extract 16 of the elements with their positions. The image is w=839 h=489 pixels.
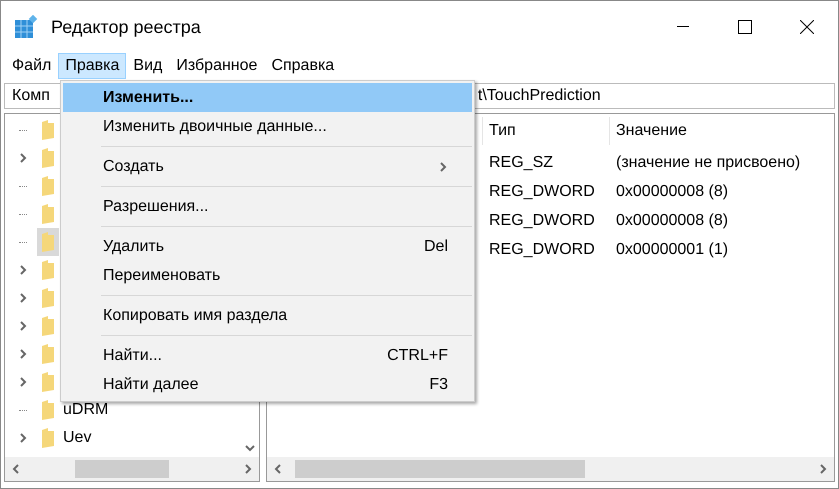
table-cell-text: (значение не присвоено)	[616, 152, 800, 172]
address-text: Комп	[12, 86, 50, 106]
table-cell-text: REG_DWORD	[489, 210, 596, 230]
address-text: t\TouchPrediction	[478, 86, 601, 106]
window-title: Редактор реестра	[51, 16, 201, 39]
shortcut-label: Del	[424, 236, 448, 256]
table-cell-text: 0x00000001 (1)	[616, 240, 728, 260]
shortcut-label: F3	[429, 374, 448, 394]
table-cell-text: REG_DWORD	[489, 182, 596, 202]
table-cell-text: REG_SZ	[489, 152, 554, 172]
shortcut-label: CTRL+F	[387, 346, 448, 366]
tree-label: Uev	[63, 428, 92, 448]
tree-label: uDRM	[63, 400, 108, 420]
table-cell-text: 0x00000008 (8)	[616, 210, 728, 230]
table-cell-text: 0x00000008 (8)	[616, 182, 728, 202]
table-cell-text: REG_DWORD	[489, 240, 596, 260]
